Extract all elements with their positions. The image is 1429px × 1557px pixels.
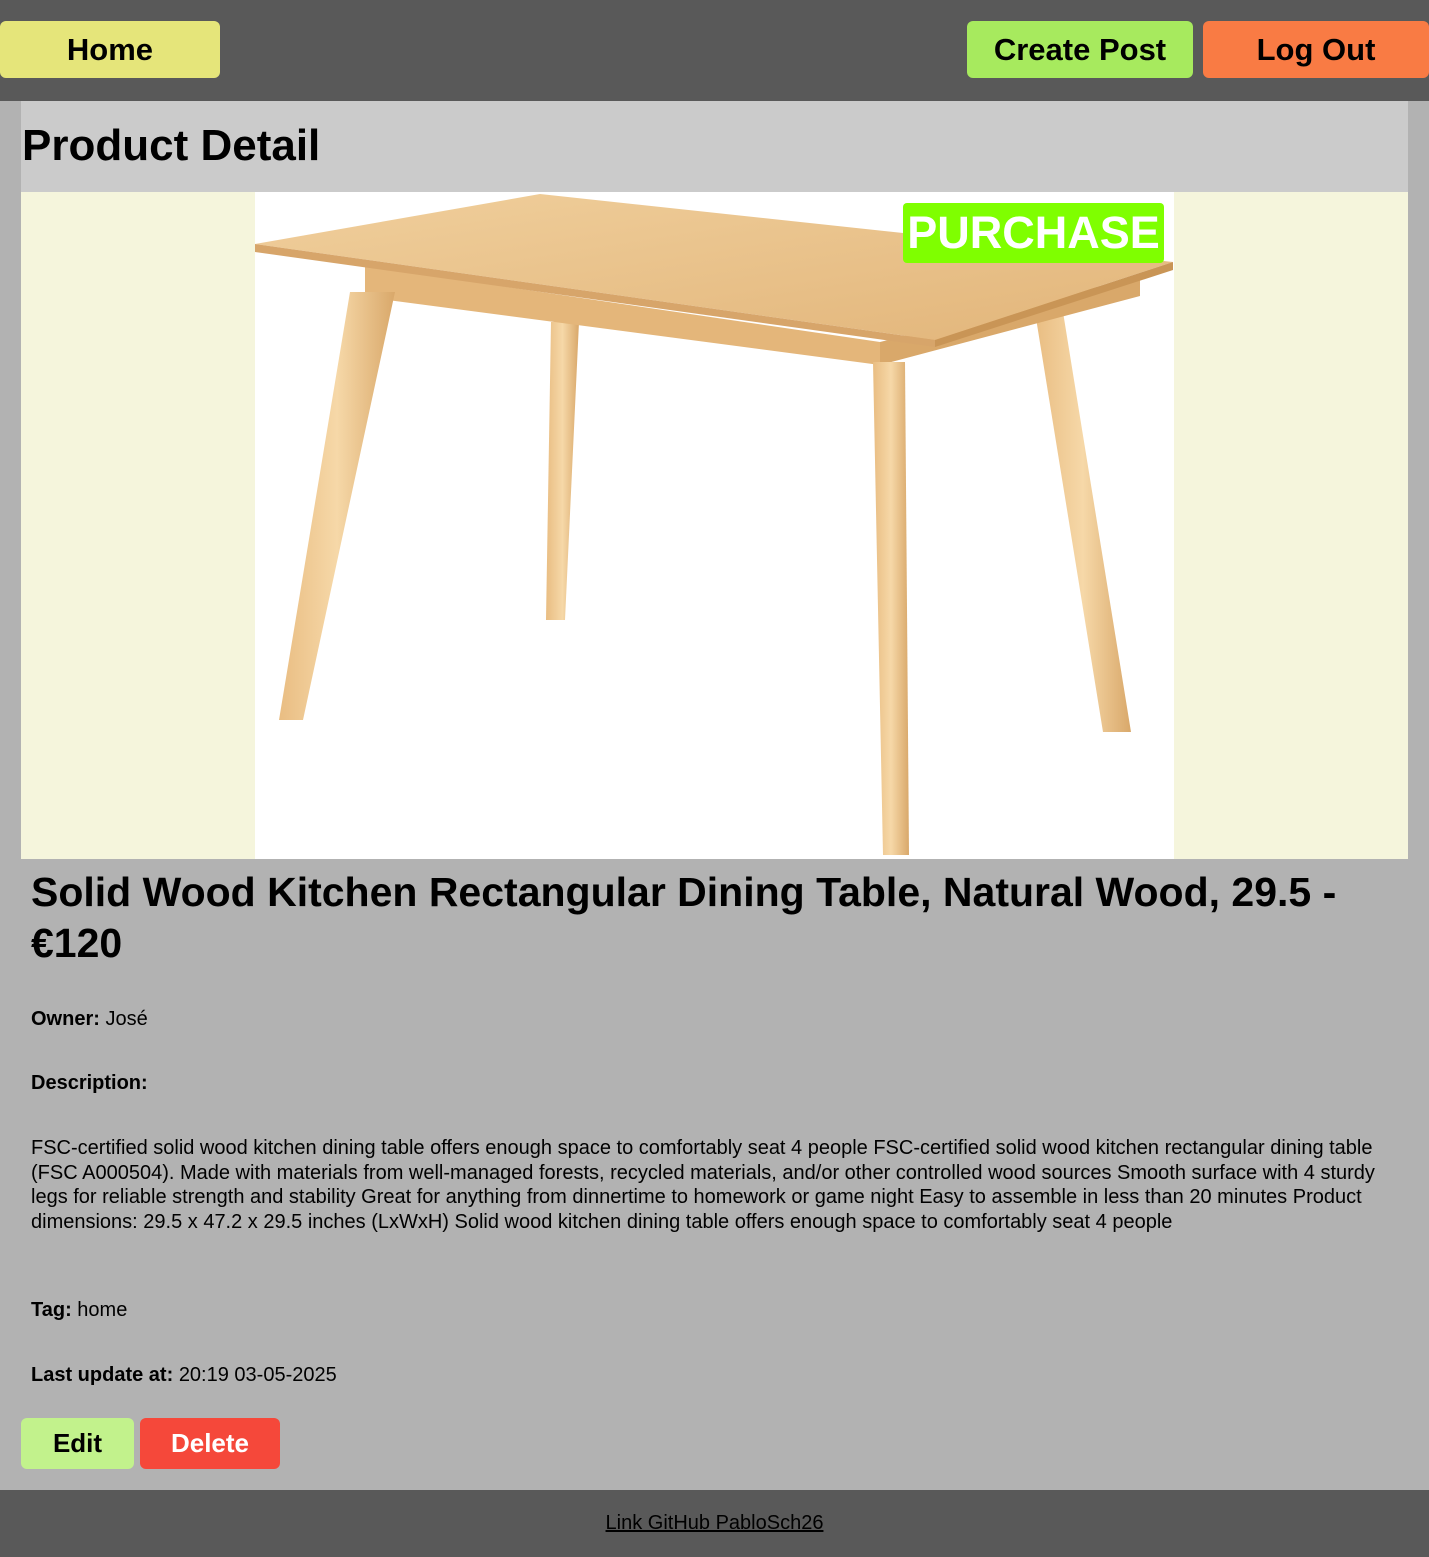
edit-button[interactable]: Edit (21, 1418, 134, 1469)
description-text: FSC-certified solid wood kitchen dining … (31, 1137, 1375, 1233)
product-title-price: Solid Wood Kitchen Rectangular Dining Ta… (31, 869, 1337, 966)
tag-value: home (77, 1299, 128, 1321)
delete-button[interactable]: Delete (140, 1418, 280, 1469)
create-post-button[interactable]: Create Post (967, 21, 1193, 78)
product-image-area: PURCHASE (21, 192, 1408, 859)
table-image-icon (255, 194, 1173, 855)
purchase-button[interactable]: PURCHASE (903, 203, 1164, 263)
top-navbar: Home Create Post Log Out (0, 0, 1429, 101)
product-image (255, 192, 1174, 859)
home-button[interactable]: Home (0, 21, 220, 78)
owner-value: José (105, 1008, 148, 1030)
github-link[interactable]: Link GitHub PabloSch26 (606, 1512, 824, 1535)
page-title: Product Detail (22, 121, 321, 170)
logout-button[interactable]: Log Out (1203, 21, 1429, 78)
last-update-value: 20:19 03-05-2025 (178, 1364, 337, 1386)
title-bar: Product Detail (21, 101, 1408, 192)
owner-label: Owner: (31, 1008, 100, 1030)
last-update-line: Last update at: 20:19 03-05-2025 (31, 1363, 337, 1387)
footer: Link GitHub PabloSch26 (0, 1490, 1429, 1557)
tag-line: Tag: home (31, 1298, 127, 1322)
product-detail-container: Product Detail PURCHASE Solid Wood Kitch… (21, 101, 1408, 1490)
tag-label: Tag: (31, 1299, 72, 1321)
description-label-line: Description: (31, 1071, 148, 1095)
last-update-label: Last update at: (31, 1364, 174, 1386)
owner-line: Owner: José (31, 1007, 148, 1031)
description-label: Description: (31, 1072, 148, 1094)
